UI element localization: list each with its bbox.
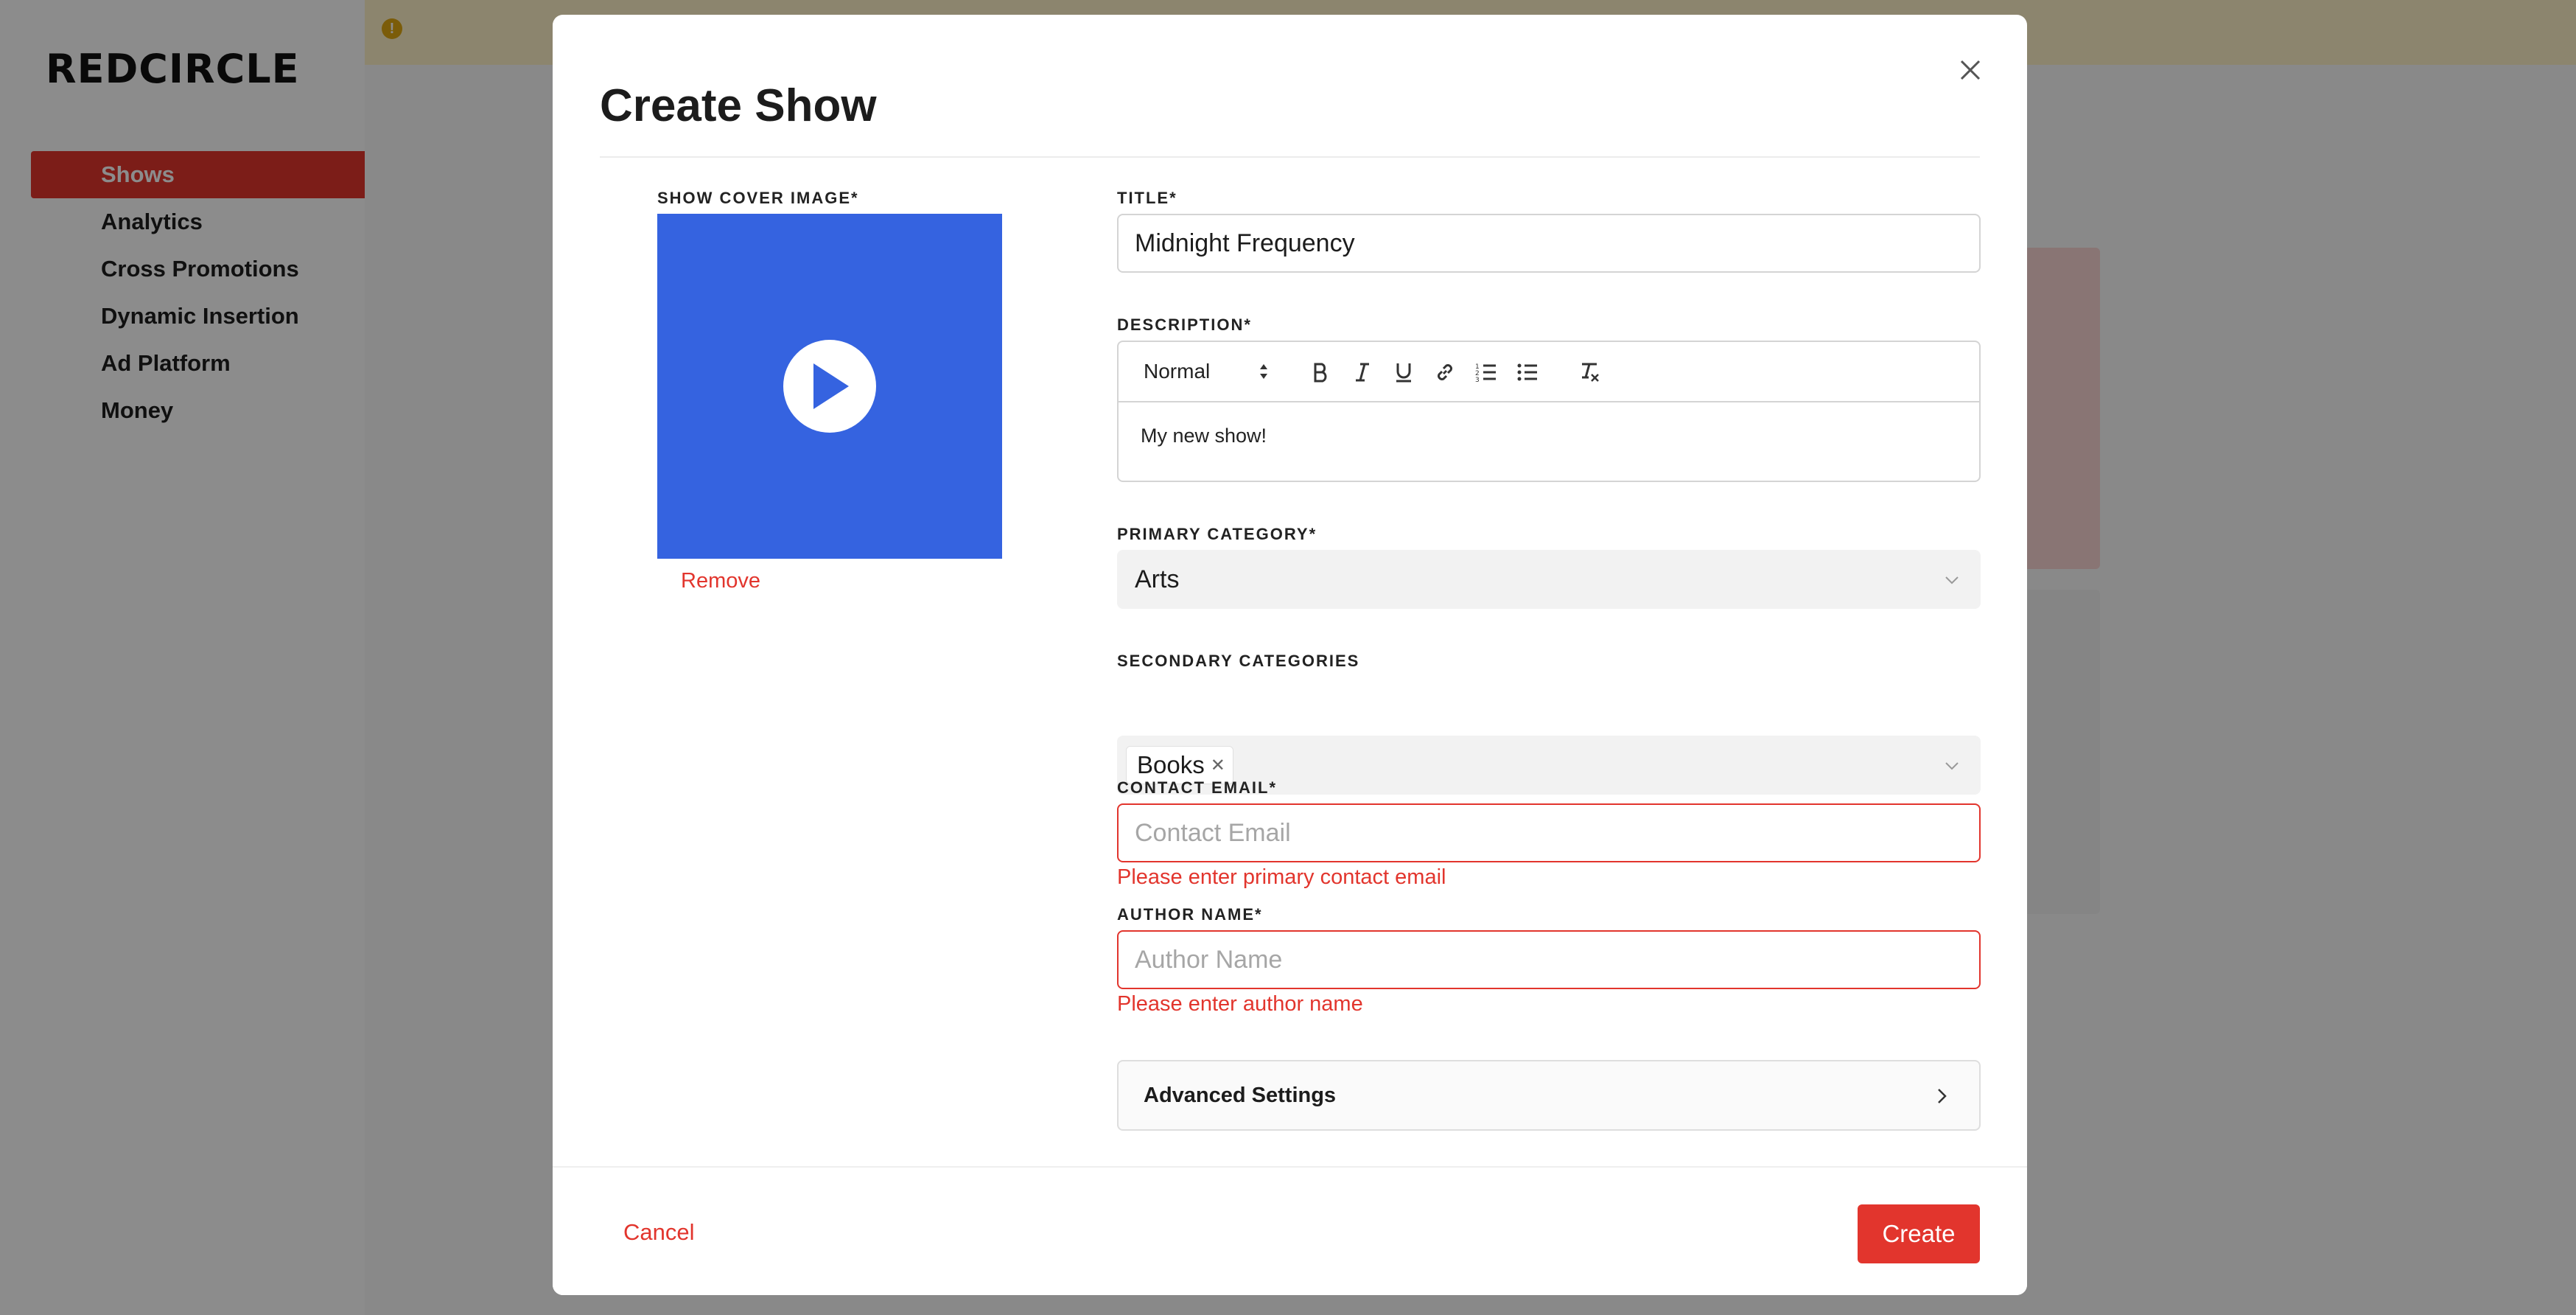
description-text-area[interactable]: My new show! [1119,402,1979,470]
ordered-list-icon: 123 [1475,363,1496,383]
primary-category-select[interactable]: Arts [1117,550,1981,609]
modal-title: Create Show [600,80,877,131]
contact-email-error: Please enter primary contact email [1117,865,1446,889]
cover-image-label: SHOW COVER IMAGE* [657,189,859,207]
description-editor: Normal 123 My new show! [1117,341,1981,482]
author-name-error: Please enter author name [1117,992,1363,1016]
create-show-modal: Create Show SHOW COVER IMAGE* Remove TIT… [553,15,2027,1295]
format-select-value: Normal [1144,360,1211,383]
italic-button[interactable] [1348,358,1376,386]
clear-format-button[interactable] [1575,358,1603,386]
title-input[interactable]: Midnight Frequency [1117,214,1981,273]
bullet-list-icon [1517,363,1537,381]
close-icon [1960,60,1981,80]
primary-category-value: Arts [1135,565,1180,593]
updown-icon [1260,364,1267,379]
modal-footer: Cancel Create [553,1166,2027,1295]
description-label: DESCRIPTION* [1117,315,1252,334]
chevron-down-icon [1945,762,1959,770]
bold-icon [1314,363,1327,383]
play-icon [783,340,876,433]
divider [600,156,1980,158]
author-name-label: AUTHOR NAME* [1117,905,1263,924]
create-button[interactable]: Create [1858,1204,1980,1263]
contact-email-input[interactable] [1117,803,1981,862]
remove-cover-button[interactable]: Remove [681,569,760,593]
advanced-settings-toggle[interactable]: Advanced Settings [1117,1060,1981,1131]
ordered-list-button[interactable]: 123 [1472,358,1500,386]
format-select[interactable]: Normal [1144,360,1269,383]
title-input-value: Midnight Frequency [1135,229,1355,257]
underline-icon [1396,363,1411,383]
italic-icon [1356,363,1369,382]
contact-email-label: CONTACT EMAIL* [1117,778,1278,797]
primary-category-label: PRIMARY CATEGORY* [1117,525,1317,543]
chevron-down-icon [1945,576,1959,585]
description-value: My new show! [1141,425,1267,447]
close-button[interactable] [1953,53,1987,87]
editor-toolbar: Normal 123 [1119,342,1979,402]
remove-tag-icon[interactable]: ✕ [1211,755,1225,776]
author-name-input[interactable] [1117,930,1981,989]
bold-button[interactable] [1307,358,1335,386]
bullet-list-button[interactable] [1513,358,1541,386]
svg-text:3: 3 [1475,377,1480,383]
cover-image[interactable] [657,214,1002,559]
category-tag-label: Books [1137,751,1205,778]
cancel-button[interactable]: Cancel [623,1219,695,1246]
title-label: TITLE* [1117,189,1177,207]
chevron-right-icon [1938,1089,1947,1103]
advanced-settings-label: Advanced Settings [1144,1083,1337,1107]
clear-format-icon [1582,363,1599,382]
link-button[interactable] [1431,358,1459,386]
link-icon [1438,364,1452,380]
secondary-categories-label: SECONDARY CATEGORIES [1117,652,1360,670]
underline-button[interactable] [1390,358,1418,386]
